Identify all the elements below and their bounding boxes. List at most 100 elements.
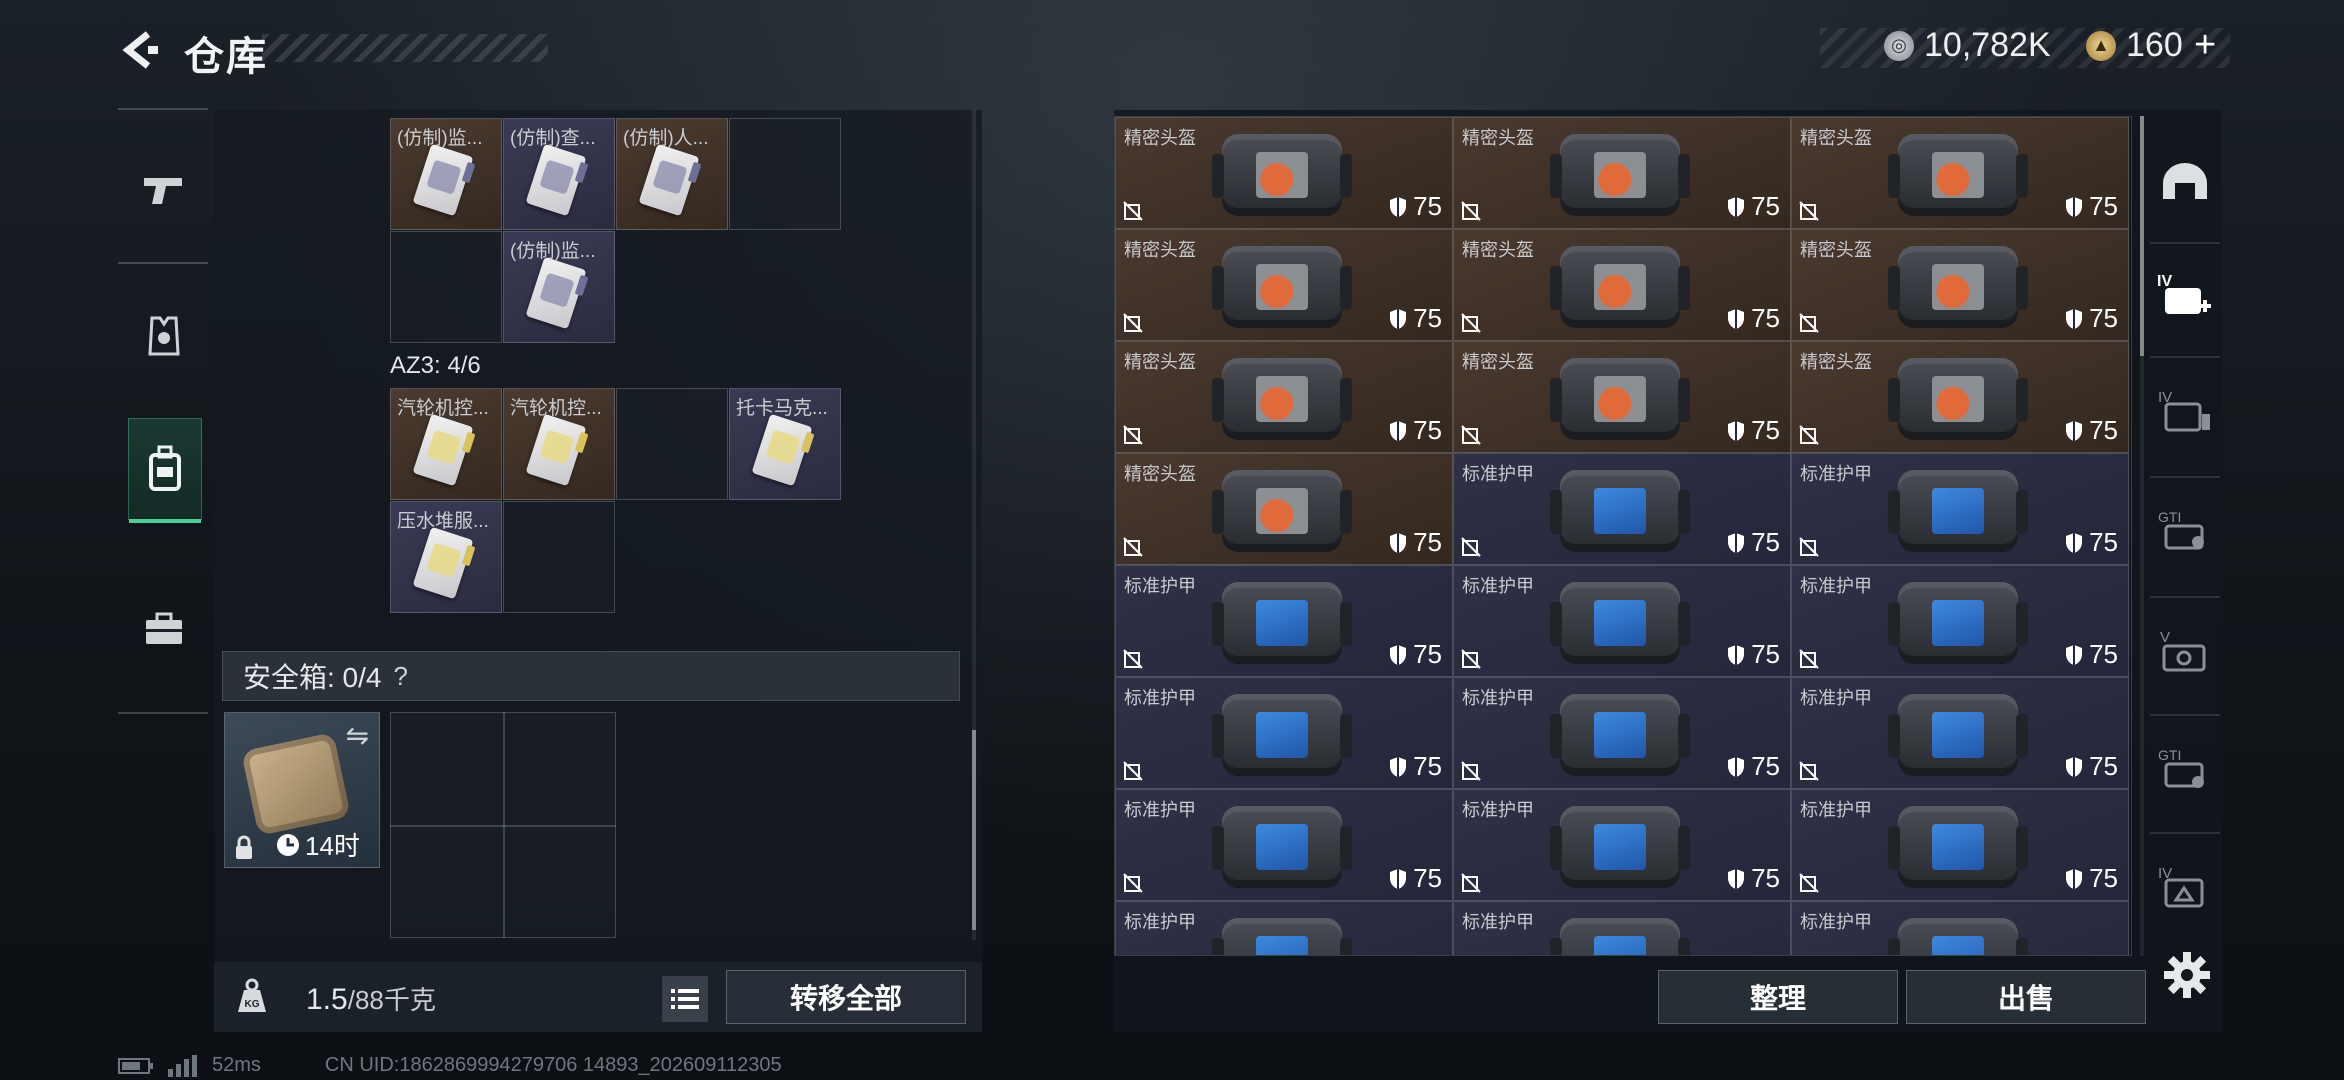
armor-iv-icon: IV — [2157, 273, 2211, 314]
tab-cases[interactable] — [128, 580, 200, 680]
item-name: 汽轮机控... — [510, 398, 602, 419]
add-currency-button[interactable]: + — [2194, 24, 2216, 67]
item-name: 标准护甲 — [1124, 576, 1196, 596]
backpack-item[interactable]: (仿制)查... — [503, 118, 615, 230]
warehouse-item[interactable]: 标准护甲 75 — [1115, 565, 1453, 677]
help-button[interactable]: ? — [393, 661, 407, 692]
warehouse-item[interactable]: 精密头盔 75 — [1453, 117, 1791, 229]
clock-icon — [277, 833, 299, 856]
item-emblem — [1256, 936, 1308, 955]
status-bar: 52ms CN UID:1862869994279706 14893_20260… — [118, 1054, 782, 1077]
tab-rig-iv[interactable]: IV — [2148, 364, 2222, 460]
backpack-item[interactable]: 汽轮机控... — [390, 388, 502, 500]
item-image — [1212, 246, 1352, 328]
durability: 75 — [1389, 639, 1442, 670]
item-card-image — [412, 526, 474, 600]
backpack-scrollbar[interactable] — [972, 110, 976, 940]
item-emblem — [1594, 936, 1646, 955]
empty-slot[interactable] — [616, 388, 728, 500]
backpack-item[interactable]: (仿制)监... — [390, 118, 502, 230]
scrollbar-thumb[interactable] — [2140, 116, 2144, 356]
item-emblem — [1256, 488, 1308, 534]
warehouse-item[interactable]: 标准护甲 75 — [1791, 901, 2129, 955]
item-name: (仿制)查... — [510, 128, 596, 149]
warehouse-item[interactable]: 标准护甲 75 — [1791, 789, 2129, 901]
sort-button[interactable]: 整理 — [1658, 970, 1898, 1024]
durability: 75 — [2065, 303, 2118, 334]
tab-weapons[interactable] — [128, 140, 200, 240]
warehouse-item[interactable]: 标准护甲 75 — [1453, 901, 1791, 955]
item-name: 标准护甲 — [1124, 912, 1196, 932]
durability-value: 75 — [2089, 527, 2118, 557]
warehouse-item[interactable]: 标准护甲 75 — [1791, 565, 2129, 677]
warehouse-item[interactable]: 精密头盔 75 — [1453, 229, 1791, 341]
no-repair-icon — [1461, 201, 1481, 221]
item-name: 精密头盔 — [1462, 128, 1534, 148]
settings-button[interactable] — [2162, 950, 2212, 1000]
tab-armor-iv[interactable]: IV — [2148, 248, 2222, 344]
scrollbar-thumb[interactable] — [972, 730, 976, 930]
item-image — [1550, 358, 1690, 440]
warehouse-item[interactable]: 精密头盔 75 — [1115, 453, 1453, 565]
warehouse-item[interactable]: 标准护甲 75 — [1791, 677, 2129, 789]
backpack-item[interactable]: 托卡马克... — [729, 388, 841, 500]
tab-v[interactable]: V — [2148, 604, 2222, 700]
safe-timer-text: 14时 — [305, 831, 360, 861]
tab-container-iv[interactable]: IV — [2148, 840, 2222, 936]
tab-backpack[interactable] — [128, 418, 202, 523]
svg-text:GTI: GTI — [2158, 747, 2181, 763]
item-card-image — [525, 143, 587, 217]
warehouse-item[interactable]: 精密头盔 75 — [1115, 117, 1453, 229]
tab-gti[interactable]: GTI — [2148, 484, 2222, 580]
warehouse-item[interactable]: 标准护甲 75 — [1453, 677, 1791, 789]
item-name: 精密头盔 — [1124, 240, 1196, 260]
item-emblem — [1256, 376, 1308, 422]
empty-slot[interactable] — [729, 118, 841, 230]
backpack-item[interactable]: 压水堆服... — [390, 501, 502, 613]
side-divider — [118, 262, 208, 264]
warehouse-item[interactable]: 精密头盔 75 — [1791, 341, 2129, 453]
safe-box-item[interactable]: ⇋ 14时 — [224, 712, 380, 868]
side-divider — [118, 108, 208, 110]
item-emblem — [1932, 600, 1984, 646]
swap-icon[interactable]: ⇋ — [346, 719, 369, 752]
sell-button[interactable]: 出售 — [1906, 970, 2146, 1024]
warehouse-item[interactable]: 精密头盔 75 — [1791, 229, 2129, 341]
list-icon — [671, 989, 699, 1009]
warehouse-item[interactable]: 标准护甲 75 — [1115, 677, 1453, 789]
gear-icon — [2164, 952, 2210, 998]
durability: 75 — [1389, 191, 1442, 222]
warehouse-item[interactable]: 标准护甲 75 — [1453, 789, 1791, 901]
warehouse-item[interactable]: 标准护甲 75 — [1115, 901, 1453, 955]
warehouse-scrollbar[interactable] — [2140, 116, 2144, 956]
warehouse-item[interactable]: 标准护甲 75 — [1791, 453, 2129, 565]
back-button[interactable] — [112, 22, 168, 78]
item-emblem — [1594, 712, 1646, 758]
shield-icon — [1390, 868, 1407, 889]
warehouse-item[interactable]: 精密头盔 75 — [1115, 229, 1453, 341]
tab-equipment[interactable] — [128, 286, 200, 386]
no-repair-icon — [1799, 313, 1819, 333]
warehouse-item[interactable]: 精密头盔 75 — [1453, 341, 1791, 453]
warehouse-item[interactable]: 标准护甲 75 — [1453, 453, 1791, 565]
tab-gti-key[interactable]: GTI — [2148, 722, 2222, 818]
backpack-item[interactable]: 汽轮机控... — [503, 388, 615, 500]
item-name: 标准护甲 — [1462, 464, 1534, 484]
backpack-item[interactable]: (仿制)监... — [503, 231, 615, 343]
warehouse-item[interactable]: 标准护甲 75 — [1453, 565, 1791, 677]
warehouse-item[interactable]: 精密头盔 75 — [1115, 341, 1453, 453]
item-image — [1888, 918, 2028, 955]
item-name: 精密头盔 — [1124, 128, 1196, 148]
list-view-button[interactable] — [662, 976, 708, 1022]
empty-slot[interactable] — [503, 501, 615, 613]
durability-value: 75 — [1413, 415, 1442, 445]
warehouse-item[interactable]: 标准护甲 75 — [1115, 789, 1453, 901]
warehouse-item[interactable]: 精密头盔 75 — [1791, 117, 2129, 229]
empty-slot[interactable] — [390, 231, 502, 343]
durability: 75 — [2065, 527, 2118, 558]
backpack-item[interactable]: (仿制)人... — [616, 118, 728, 230]
transfer-all-button[interactable]: 转移全部 — [726, 970, 966, 1024]
item-emblem — [1594, 264, 1646, 310]
durability-value: 75 — [1413, 303, 1442, 333]
tab-helmets[interactable] — [2148, 134, 2222, 230]
